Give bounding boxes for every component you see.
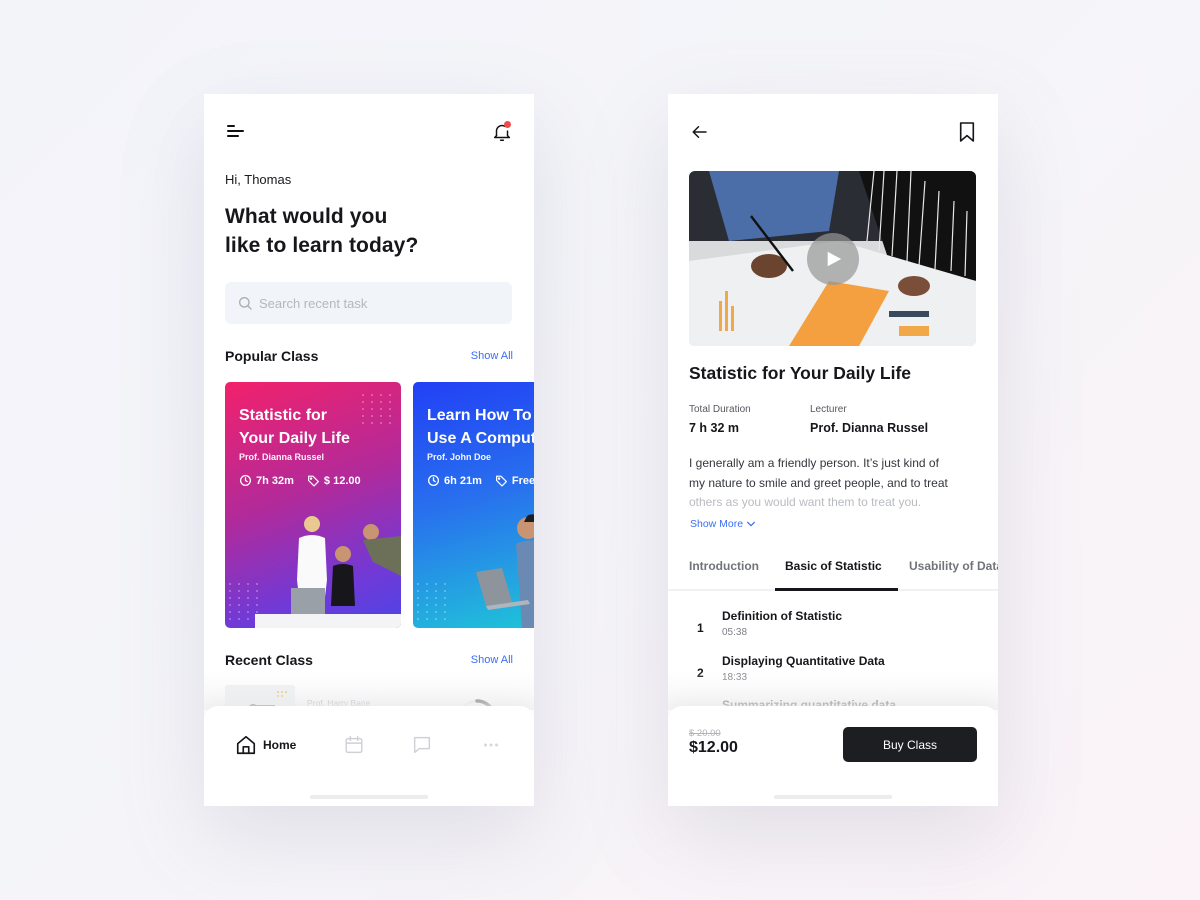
bottom-navigation: Home xyxy=(204,706,534,806)
price-tag-icon xyxy=(495,475,507,487)
course-card[interactable]: Statistic for Your Daily Life Prof. Dian… xyxy=(225,382,401,628)
section-title: Recent Class xyxy=(225,652,313,668)
recent-class-header: Recent Class Show All xyxy=(225,650,513,670)
nav-more[interactable] xyxy=(480,734,502,756)
show-more-label: Show More xyxy=(690,518,744,530)
lesson-item[interactable]: 1 Definition of Statistic 05:38 xyxy=(689,609,977,645)
show-all-link[interactable]: Show All xyxy=(471,654,513,666)
dot-pattern xyxy=(417,583,448,620)
lesson-duration: 05:38 xyxy=(722,627,748,638)
search-icon xyxy=(239,297,252,310)
description-line: my nature to smile and greet people, and… xyxy=(689,475,948,490)
scroll-fade xyxy=(204,670,534,710)
course-price: $ 12.00 xyxy=(323,474,361,487)
course-title: Statistic for Your Daily Life xyxy=(689,363,912,383)
duration-label: Total Duration xyxy=(689,404,751,415)
course-title-line: Your Daily Life xyxy=(239,430,350,447)
home-indicator xyxy=(310,795,428,799)
play-icon xyxy=(827,251,842,266)
course-price: Free xyxy=(511,474,534,487)
lesson-number: 1 xyxy=(697,621,704,635)
show-more-button[interactable]: Show More xyxy=(690,518,756,530)
lecturer-info: Lecturer Prof. Dianna Russel xyxy=(810,404,928,435)
man-with-laptop-photo xyxy=(476,514,534,628)
section-title: Popular Class xyxy=(225,348,319,364)
chat-icon xyxy=(413,736,431,754)
tab-basic-of-statistic[interactable]: Basic of Statistic xyxy=(785,559,882,573)
home-screen: Hi, Thomas What would you like to learn … xyxy=(204,94,534,806)
lecturer-value: Prof. Dianna Russel xyxy=(810,421,929,435)
course-lecturer: Prof. Dianna Russel xyxy=(239,452,325,462)
course-lecturer: Prof. John Doe xyxy=(427,452,492,462)
page-headline: What would you like to learn today? xyxy=(225,202,418,260)
clock-icon xyxy=(239,474,252,487)
search-input[interactable] xyxy=(259,295,489,311)
bookmark-icon[interactable] xyxy=(958,121,976,143)
description-line: others as you would want them to treat y… xyxy=(689,495,922,509)
course-meta: 7h 32m $ 12.00 xyxy=(239,474,361,487)
nav-home[interactable]: Home xyxy=(235,734,296,756)
course-duration: 7h 32m xyxy=(256,474,294,487)
headline-line-1: What would you xyxy=(225,205,388,228)
nav-calendar[interactable] xyxy=(343,734,365,756)
popular-class-header: Popular Class Show All xyxy=(225,346,513,366)
nav-messages[interactable] xyxy=(411,734,433,756)
price-tag-icon xyxy=(307,475,319,487)
lesson-tabs: Introduction Basic of Statistic Usabilit… xyxy=(668,549,998,591)
chevron-down-icon xyxy=(747,521,756,527)
lesson-title: Definition of Statistic xyxy=(722,609,842,623)
tab-usability-of-data[interactable]: Usability of Data xyxy=(909,559,998,573)
notification-button[interactable] xyxy=(491,120,513,144)
lecturer-label: Lecturer xyxy=(810,404,847,415)
scroll-fade xyxy=(668,670,998,710)
home-icon xyxy=(236,735,256,755)
search-bar[interactable] xyxy=(225,282,512,324)
course-title: Statistic for Your Daily Life xyxy=(239,404,350,450)
course-title-line: Learn How To xyxy=(427,407,532,424)
purchase-bar: $ 20.00 $12.00 Buy Class xyxy=(668,706,998,806)
current-price: $12.00 xyxy=(689,739,738,756)
calendar-icon xyxy=(345,736,363,754)
description-line: I generally am a friendly person. It’s j… xyxy=(689,456,939,470)
nav-home-label: Home xyxy=(263,738,297,752)
more-icon xyxy=(484,743,498,747)
course-title-line: Statistic for xyxy=(239,407,328,424)
duration-value: 7 h 32 m xyxy=(689,421,740,435)
lesson-title: Displaying Quantitative Data xyxy=(722,654,885,668)
course-video[interactable] xyxy=(689,171,976,346)
original-price: $ 20.00 xyxy=(689,728,721,739)
course-detail-screen: Statistic for Your Daily Life Total Dura… xyxy=(668,94,998,806)
popular-class-carousel[interactable]: Statistic for Your Daily Life Prof. Dian… xyxy=(225,382,534,628)
buy-class-button[interactable]: Buy Class xyxy=(843,727,977,762)
play-button[interactable] xyxy=(806,232,859,285)
course-description: I generally am a friendly person. It’s j… xyxy=(689,454,981,513)
tab-introduction[interactable]: Introduction xyxy=(689,559,759,573)
greeting: Hi, Thomas xyxy=(225,172,292,187)
course-duration: 6h 21m xyxy=(444,474,482,487)
home-header xyxy=(225,120,513,144)
dot-pattern xyxy=(362,394,393,424)
arrow-left-icon[interactable] xyxy=(690,123,710,141)
notification-dot xyxy=(504,121,511,128)
course-meta: 6h 21m Free xyxy=(427,474,534,487)
headline-line-2: like to learn today? xyxy=(225,234,419,257)
menu-icon[interactable] xyxy=(225,123,245,141)
course-card[interactable]: Learn How To Use A Computer Prof. John D… xyxy=(413,382,534,628)
clock-icon xyxy=(427,474,440,487)
course-title-line: Use A Computer xyxy=(427,430,534,447)
active-tab-indicator xyxy=(775,588,898,591)
students-photo xyxy=(255,516,401,628)
course-title: Learn How To Use A Computer xyxy=(427,404,534,450)
home-indicator xyxy=(774,795,892,799)
show-all-link[interactable]: Show All xyxy=(471,350,513,362)
duration-info: Total Duration 7 h 32 m xyxy=(689,404,751,435)
